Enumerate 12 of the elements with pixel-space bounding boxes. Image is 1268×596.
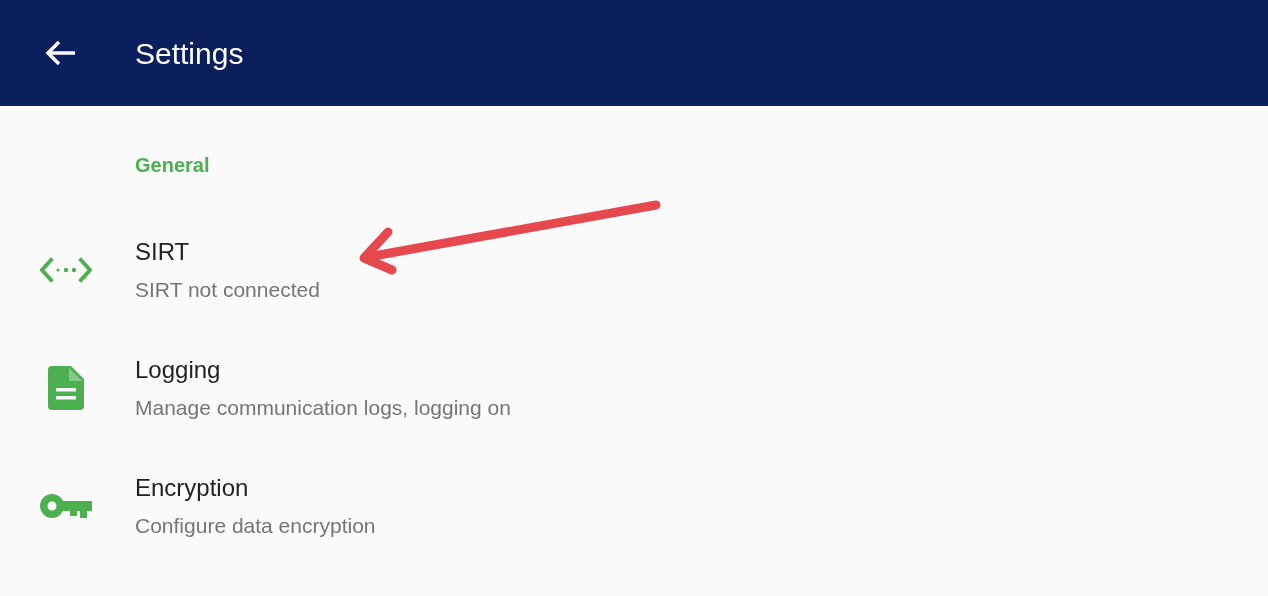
section-header: General [135, 154, 210, 176]
item-title: Encryption [135, 473, 250, 504]
item-subtitle: Manage communication logs, logging on [135, 395, 511, 422]
code-icon [40, 255, 92, 285]
back-arrow-icon [45, 40, 75, 66]
item-title: Logging [135, 355, 222, 386]
app-bar-title: Settings [135, 35, 244, 72]
key-icon [40, 492, 92, 520]
document-icon [48, 366, 84, 410]
item-subtitle: Configure data encryption [135, 513, 376, 540]
item-title: SIRT [135, 237, 191, 268]
item-subtitle: SIRT not connected [135, 277, 320, 304]
